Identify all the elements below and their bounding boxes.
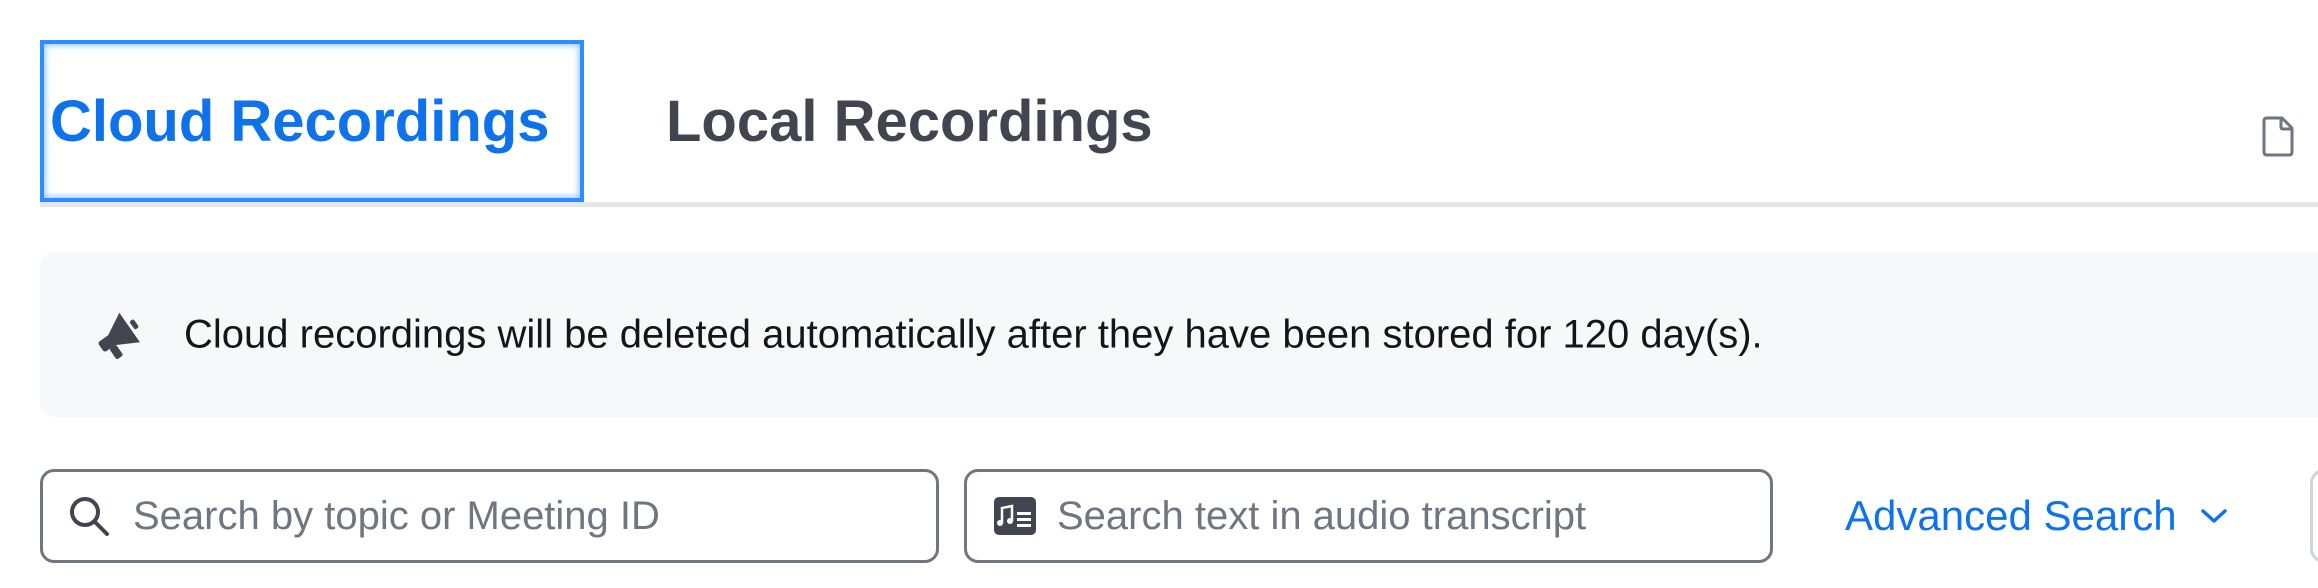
retention-notice-text: Cloud recordings will be deleted automat…: [184, 312, 1763, 356]
recordings-tabs: Cloud Recordings Local Recordings: [40, 40, 2318, 207]
topic-search-field[interactable]: [40, 469, 939, 563]
advanced-search-label: Advanced Search: [1845, 492, 2177, 539]
topic-search-input[interactable]: [133, 472, 916, 560]
transcript-search-field[interactable]: [964, 469, 1773, 563]
document-icon[interactable]: [2258, 114, 2298, 158]
advanced-search-toggle[interactable]: Advanced Search: [1845, 469, 2229, 563]
tabs-divider: [40, 202, 2318, 207]
chevron-down-icon: [2200, 509, 2227, 523]
search-icon: [70, 497, 109, 536]
transcript-search-input[interactable]: [1057, 472, 1750, 560]
truncated-control[interactable]: [2310, 469, 2318, 563]
megaphone-icon: [92, 308, 146, 362]
tab-local-recordings-label: Local Recordings: [666, 88, 1153, 154]
recordings-page: Cloud Recordings Local Recordings Cloud …: [0, 0, 2318, 588]
tab-cloud-recordings-label: Cloud Recordings: [50, 88, 550, 154]
transcript-search-icon: [994, 497, 1036, 535]
retention-notice-banner: Cloud recordings will be deleted automat…: [40, 252, 2318, 417]
tab-cloud-recordings[interactable]: Cloud Recordings: [40, 40, 584, 202]
tab-local-recordings[interactable]: Local Recordings: [666, 40, 1153, 202]
